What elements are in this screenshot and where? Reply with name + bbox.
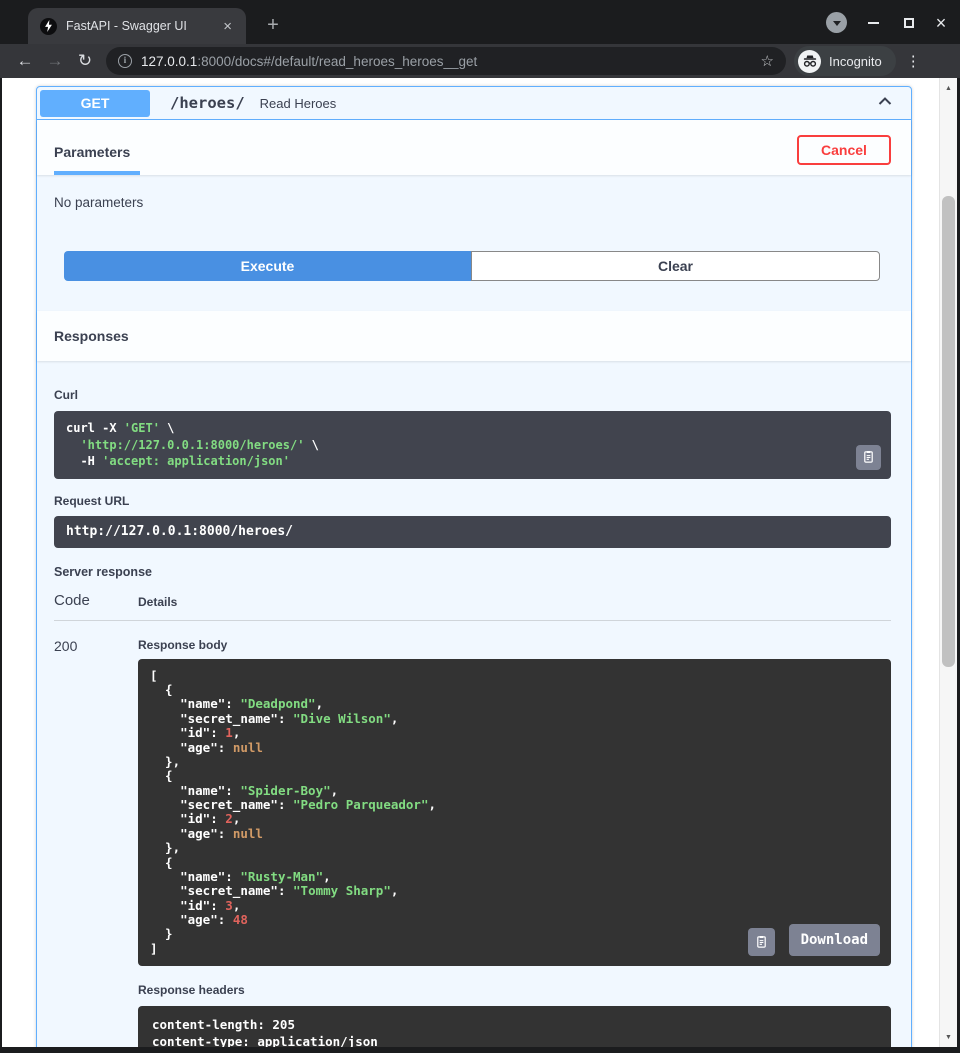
reload-button[interactable]: ↻ bbox=[70, 51, 100, 71]
operation-summary[interactable]: GET /heroes/ Read Heroes bbox=[37, 87, 911, 120]
execute-button[interactable]: Execute bbox=[64, 251, 471, 281]
response-body-block[interactable]: [ { "name": "Deadpond", "secret_name": "… bbox=[138, 659, 891, 967]
tab-parameters[interactable]: Parameters bbox=[54, 144, 140, 175]
minimize-icon bbox=[868, 22, 879, 24]
cancel-button[interactable]: Cancel bbox=[797, 135, 891, 165]
url-host: 127.0.0.1 bbox=[141, 54, 197, 69]
response-copy-button[interactable] bbox=[748, 928, 775, 956]
clear-button[interactable]: Clear bbox=[471, 251, 880, 281]
code-column-header: Code bbox=[54, 592, 138, 609]
window-maximize-button[interactable] bbox=[898, 12, 920, 34]
bookmark-star-icon[interactable]: ☆ bbox=[761, 52, 774, 70]
incognito-icon bbox=[798, 50, 821, 73]
tab-title: FastAPI - Swagger UI bbox=[66, 19, 210, 33]
parameters-body: No parameters Execute Clear bbox=[37, 175, 911, 281]
responses-title: Responses bbox=[54, 328, 129, 344]
collapse-chevron-up-icon[interactable] bbox=[875, 91, 895, 116]
response-body-buttons: Download bbox=[748, 924, 880, 956]
response-headers-label: Response headers bbox=[138, 983, 891, 997]
maximize-icon bbox=[904, 18, 914, 28]
window-minimize-button[interactable] bbox=[862, 12, 884, 34]
download-button[interactable]: Download bbox=[789, 924, 880, 956]
no-parameters-text: No parameters bbox=[54, 195, 891, 210]
tab-search-button[interactable] bbox=[826, 12, 847, 33]
fastapi-favicon-icon bbox=[40, 18, 57, 35]
response-row-200: 200 Response body [ { "name": "Deadpond"… bbox=[54, 621, 891, 1047]
response-headers-block: content-length: 205 content-type: applic… bbox=[138, 1006, 891, 1047]
parameters-header: Parameters Cancel bbox=[37, 120, 911, 175]
operation-summary-text: Read Heroes bbox=[260, 96, 875, 111]
server-response-table: Code Details 200 Response body [ { "name… bbox=[54, 592, 891, 1047]
request-url-label: Request URL bbox=[54, 494, 891, 508]
forward-button[interactable]: → bbox=[40, 51, 70, 71]
tab-strip: FastAPI - Swagger UI × + × bbox=[0, 0, 960, 44]
scroll-down-icon[interactable]: ▼ bbox=[940, 1029, 957, 1045]
server-response-label: Server response bbox=[54, 565, 891, 579]
vertical-scrollbar[interactable]: ▲ ▼ bbox=[939, 78, 957, 1047]
operation-path: /heroes/ bbox=[170, 94, 245, 112]
site-info-icon[interactable]: i bbox=[118, 54, 132, 68]
response-body-json: [ { "name": "Deadpond", "secret_name": "… bbox=[150, 668, 436, 956]
execute-button-group: Execute Clear bbox=[64, 251, 880, 281]
details-column-header: Details bbox=[138, 592, 891, 609]
opblock-get-heroes: GET /heroes/ Read Heroes Parameters Canc… bbox=[36, 86, 912, 1047]
scrollbar-thumb[interactable] bbox=[942, 196, 955, 667]
http-method-badge: GET bbox=[40, 90, 150, 117]
response-table-header: Code Details bbox=[54, 592, 891, 621]
browser-menu-icon[interactable]: ⋮ bbox=[906, 52, 921, 70]
caret-down-icon bbox=[833, 21, 841, 26]
curl-label: Curl bbox=[54, 388, 891, 402]
scroll-up-icon[interactable]: ▲ bbox=[940, 80, 957, 96]
url-text[interactable]: 127.0.0.1:8000/docs#/default/read_heroes… bbox=[141, 54, 752, 69]
response-body-label: Response body bbox=[138, 638, 891, 652]
url-path: :8000/docs#/default/read_heroes_heroes__… bbox=[197, 54, 477, 69]
back-button[interactable]: ← bbox=[10, 51, 40, 71]
response-details-cell: Response body [ { "name": "Deadpond", "s… bbox=[138, 638, 891, 1047]
incognito-label: Incognito bbox=[829, 54, 882, 69]
page-viewport: GET /heroes/ Read Heroes Parameters Canc… bbox=[2, 78, 957, 1047]
responses-body: Curl curl -X 'GET' \ 'http://127.0.0.1:8… bbox=[37, 361, 911, 1047]
address-bar[interactable]: i 127.0.0.1:8000/docs#/default/read_hero… bbox=[106, 47, 786, 75]
window-close-button[interactable]: × bbox=[930, 12, 952, 34]
curl-copy-button[interactable] bbox=[856, 445, 881, 470]
curl-command-block[interactable]: curl -X 'GET' \ 'http://127.0.0.1:8000/h… bbox=[54, 411, 891, 479]
responses-header: Responses bbox=[37, 311, 911, 361]
status-code: 200 bbox=[54, 638, 138, 1047]
browser-tab[interactable]: FastAPI - Swagger UI × bbox=[28, 8, 246, 44]
request-url-value: http://127.0.0.1:8000/heroes/ bbox=[54, 516, 891, 548]
tab-close-icon[interactable]: × bbox=[219, 17, 236, 36]
browser-toolbar: ← → ↻ i 127.0.0.1:8000/docs#/default/rea… bbox=[0, 44, 960, 78]
new-tab-button[interactable]: + bbox=[260, 12, 286, 38]
incognito-badge: Incognito bbox=[794, 46, 896, 76]
